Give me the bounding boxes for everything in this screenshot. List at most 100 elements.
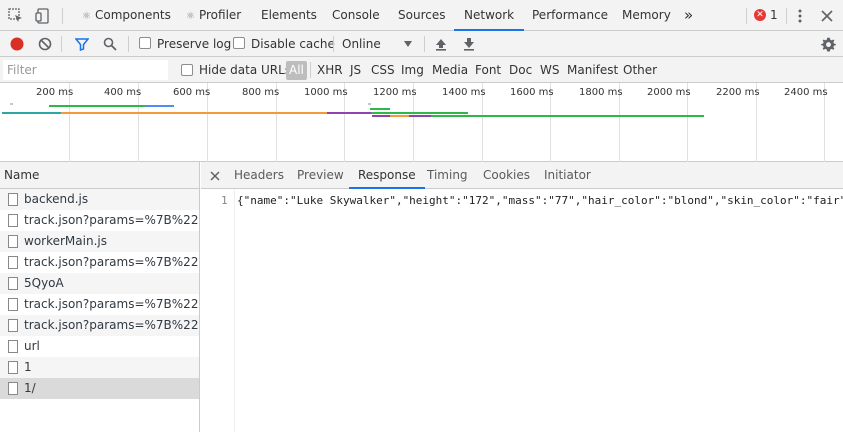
file-icon xyxy=(8,361,18,374)
device-toolbar-icon[interactable] xyxy=(33,6,53,26)
request-row[interactable]: backend.js xyxy=(0,189,199,210)
timeline-bar xyxy=(61,112,327,114)
record-icon[interactable] xyxy=(7,34,27,54)
settings-gear-icon[interactable] xyxy=(818,34,838,54)
tab-memory[interactable]: Memory xyxy=(622,0,671,31)
filter-type-all[interactable]: All xyxy=(286,61,307,80)
filter-type-manifest[interactable]: Manifest xyxy=(567,57,618,83)
line-number: 1 xyxy=(221,194,228,207)
disable-cache-checkbox[interactable] xyxy=(233,37,245,49)
inspect-element-icon[interactable] xyxy=(6,6,26,26)
filter-type-font[interactable]: Font xyxy=(475,57,501,83)
filter-type-other[interactable]: Other xyxy=(623,57,657,83)
request-row[interactable]: track.json?params=%7B%22ev... xyxy=(0,315,199,336)
close-detail-icon[interactable] xyxy=(205,166,225,186)
timeline-bar xyxy=(145,105,174,107)
react-gear-icon: ⚛ xyxy=(186,11,195,22)
filter-type-ws[interactable]: WS xyxy=(540,57,559,83)
tab-network[interactable]: Network xyxy=(454,0,525,31)
preserve-log-label: Preserve log xyxy=(157,37,232,51)
response-viewer[interactable]: 1 {"name":"Luke Skywalker","height":"172… xyxy=(201,189,843,432)
timeline-tick-label: 600 ms xyxy=(173,87,211,98)
filter-input[interactable] xyxy=(3,60,168,80)
request-row[interactable]: track.json?params=%7B%22ev... xyxy=(0,252,199,273)
network-overview-timeline[interactable]: 200 ms 400 ms 600 ms 800 ms 1000 ms 1200… xyxy=(0,83,843,162)
toolbar-divider xyxy=(424,36,425,52)
tab-profiler[interactable]: ⚛ Profiler xyxy=(186,0,241,31)
devtools-tab-bar: ⚛ Components ⚛ Profiler Elements Console S… xyxy=(0,0,843,31)
disable-cache-label: Disable cache xyxy=(251,37,335,51)
filter-type-css[interactable]: CSS xyxy=(371,57,395,83)
toolbar-divider xyxy=(128,36,129,52)
tab-response[interactable]: Response xyxy=(349,162,425,189)
timeline-tick-label: 2400 ms xyxy=(784,87,828,98)
clear-icon[interactable] xyxy=(35,34,55,54)
timeline-bar xyxy=(10,103,13,105)
tab-sources[interactable]: Sources xyxy=(398,0,445,31)
toolbar-divider xyxy=(786,8,787,24)
tab-console[interactable]: Console xyxy=(332,0,380,31)
more-tabs-button[interactable]: » xyxy=(684,0,693,31)
file-icon xyxy=(8,277,18,290)
timeline-tick-label: 2200 ms xyxy=(716,87,760,98)
network-toolbar: Preserve log Disable cache Online xyxy=(0,31,843,57)
requests-name-column-header[interactable]: Name xyxy=(0,162,200,189)
tab-initiator[interactable]: Initiator xyxy=(544,162,591,189)
filter-type-doc[interactable]: Doc xyxy=(509,57,532,83)
tab-preview[interactable]: Preview xyxy=(297,162,344,189)
timeline-bar xyxy=(368,103,371,105)
hide-data-urls-label: Hide data URLs xyxy=(199,63,292,77)
request-row-selected[interactable]: 1/ xyxy=(0,378,199,399)
timeline-bar xyxy=(327,112,371,114)
timeline-tick-label: 1400 ms xyxy=(442,87,486,98)
search-icon[interactable] xyxy=(100,34,120,54)
request-detail-tabs: Headers Preview Response Timing Cookies … xyxy=(201,162,843,189)
filter-icon[interactable] xyxy=(72,34,92,54)
timeline-tick-label: 1800 ms xyxy=(579,87,623,98)
chevron-down-icon[interactable] xyxy=(398,34,418,54)
timeline-tick-label: 400 ms xyxy=(104,87,142,98)
close-icon[interactable] xyxy=(817,6,837,26)
tab-elements[interactable]: Elements xyxy=(261,0,317,31)
preserve-log-checkbox[interactable] xyxy=(139,37,151,49)
filter-type-js[interactable]: JS xyxy=(350,57,361,83)
filter-type-img[interactable]: Img xyxy=(401,57,424,83)
request-row[interactable]: track.json?params=%7B%22ev... xyxy=(0,210,199,231)
tab-components[interactable]: ⚛ Components xyxy=(82,0,171,31)
tab-cookies[interactable]: Cookies xyxy=(483,162,530,189)
request-row[interactable]: url xyxy=(0,336,199,357)
tab-timing[interactable]: Timing xyxy=(427,162,468,189)
timeline-tick-label: 1000 ms xyxy=(304,87,348,98)
request-row[interactable]: 1 xyxy=(0,357,199,378)
tab-headers[interactable]: Headers xyxy=(234,162,284,189)
filter-type-media[interactable]: Media xyxy=(432,57,468,83)
toolbar-divider xyxy=(310,62,311,78)
throttling-select[interactable]: Online xyxy=(342,31,381,57)
tab-performance[interactable]: Performance xyxy=(532,0,608,31)
timeline-tick-label: 200 ms xyxy=(36,87,74,98)
file-icon xyxy=(8,214,18,227)
timeline-tick-label: 2000 ms xyxy=(647,87,691,98)
hide-data-urls-checkbox[interactable] xyxy=(181,64,193,76)
timeline-tick-label: 800 ms xyxy=(242,87,280,98)
import-har-icon[interactable] xyxy=(431,34,451,54)
kebab-menu-icon[interactable] xyxy=(790,6,810,26)
timeline-bar xyxy=(409,115,431,117)
toolbar-divider xyxy=(61,36,62,52)
request-row[interactable]: workerMain.js xyxy=(0,231,199,252)
timeline-bar xyxy=(390,115,409,117)
error-count-badge[interactable]: ✕ 1 xyxy=(754,8,778,22)
requests-list: backend.js track.json?params=%7B%22ev...… xyxy=(0,189,200,432)
filter-bar: Hide data URLs All XHR JS CSS Img Media … xyxy=(0,57,843,83)
react-gear-icon: ⚛ xyxy=(82,11,91,22)
toolbar-divider xyxy=(62,8,63,24)
response-body-text[interactable]: {"name":"Luke Skywalker","height":"172",… xyxy=(237,194,843,207)
timeline-bar xyxy=(431,115,704,117)
timeline-bar xyxy=(371,112,468,114)
request-row[interactable]: track.json?params=%7B%22ev... xyxy=(0,294,199,315)
file-icon xyxy=(8,193,18,206)
request-row[interactable]: 5QyoA xyxy=(0,273,199,294)
timeline-bar xyxy=(49,105,145,107)
export-har-icon[interactable] xyxy=(459,34,479,54)
filter-type-xhr[interactable]: XHR xyxy=(317,57,343,83)
